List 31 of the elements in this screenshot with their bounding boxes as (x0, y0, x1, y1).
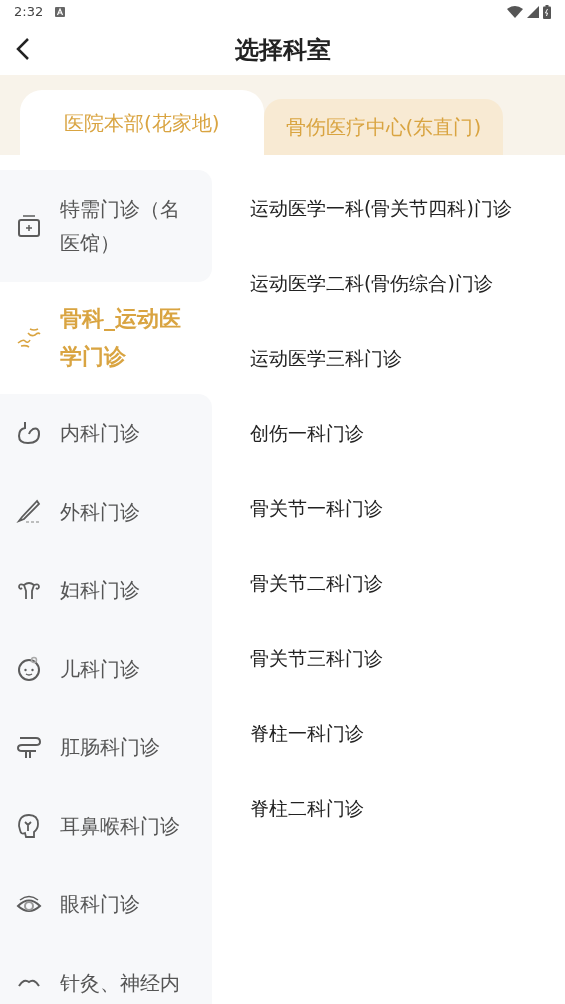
notification-icon (55, 7, 66, 17)
department-category[interactable]: 外科门诊 (0, 472, 212, 551)
department-category[interactable]: 针灸、神经内 (0, 943, 212, 1004)
department-category[interactable]: 特需门诊（名医馆） (0, 170, 212, 282)
department-category[interactable]: 耳鼻喉科门诊 (0, 786, 212, 865)
stomach-icon (16, 420, 42, 447)
head-icon (16, 812, 42, 839)
department-item[interactable]: 运动医学二科(骨伤综合)门诊 (250, 268, 493, 298)
baby-face-icon (16, 655, 42, 682)
back-icon (16, 37, 30, 61)
scalpel-icon (16, 498, 42, 525)
status-time: 2:32 (14, 3, 44, 22)
department-item[interactable]: 创伤一科门诊 (250, 418, 364, 448)
department-category[interactable]: 妇科门诊 (0, 551, 212, 630)
medicine-box-icon (16, 213, 42, 239)
department-item[interactable]: 运动医学三科门诊 (250, 343, 402, 373)
department-item[interactable]: 骨关节一科门诊 (250, 493, 383, 523)
department-category[interactable]: 眼科门诊 (0, 865, 212, 944)
page-title: 选择科室 (234, 34, 331, 66)
battery-icon (543, 5, 551, 19)
department-item[interactable]: 脊柱一科门诊 (250, 718, 364, 748)
department-category[interactable]: 儿科门诊 (0, 629, 212, 708)
department-item[interactable]: 运动医学一科(骨关节四科)门诊 (250, 193, 512, 223)
department-category[interactable]: 内科门诊 (0, 394, 212, 473)
department-item[interactable]: 骨关节三科门诊 (250, 643, 383, 673)
department-category[interactable]: 肛肠科门诊 (0, 708, 212, 787)
signal-icon (527, 6, 539, 18)
intestine-icon (16, 734, 42, 761)
wifi-icon (507, 6, 523, 18)
department-item[interactable]: 脊柱二科门诊 (250, 793, 364, 823)
department-item[interactable]: 骨关节二科门诊 (250, 568, 383, 598)
